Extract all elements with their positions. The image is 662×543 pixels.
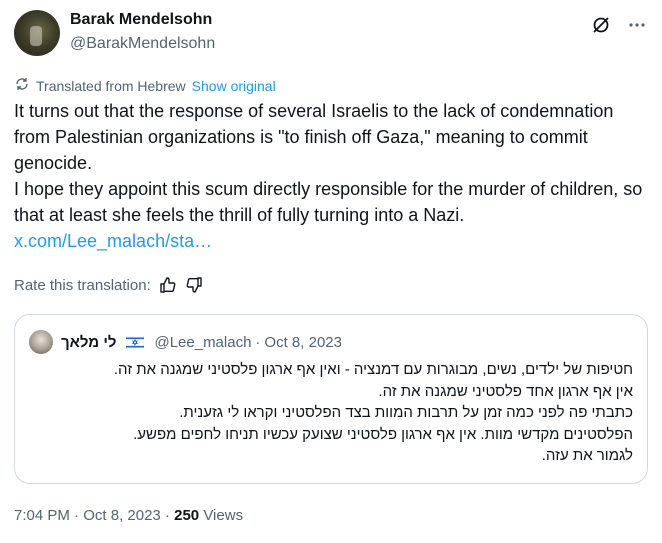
quoted-author-avatar bbox=[29, 330, 53, 354]
quoted-separator: · bbox=[255, 333, 261, 351]
rate-translation-label: Rate this translation: bbox=[14, 276, 151, 294]
thumbs-down-icon[interactable] bbox=[185, 276, 203, 294]
author-avatar[interactable] bbox=[14, 10, 60, 56]
views-count: 250 bbox=[174, 507, 200, 524]
quoted-line: הפלסטינים מקדשי מוות. אין אף ארגון פלסטי… bbox=[133, 425, 633, 443]
quoted-tweet-header: לי מלאך @Lee_malach · Oct 8, 2023 bbox=[29, 329, 342, 355]
translated-from-label: Translated from Hebrew bbox=[36, 77, 186, 94]
author-handle[interactable]: @BarakMendelsohn bbox=[70, 35, 215, 53]
author-name[interactable]: Barak Mendelsohn bbox=[70, 11, 212, 29]
quoted-line: לגמור את עזה. bbox=[541, 447, 633, 464]
translate-icon bbox=[14, 76, 30, 95]
footer-separator: · bbox=[74, 507, 80, 524]
show-original-link[interactable]: Show original bbox=[192, 78, 276, 94]
more-icon[interactable] bbox=[626, 14, 648, 36]
quoted-line: אין אף ארגון אחד פלסטיני שמגנה את זה. bbox=[378, 382, 633, 400]
tweet-paragraph: It turns out that the response of severa… bbox=[14, 101, 614, 173]
footer-separator: · bbox=[164, 507, 170, 524]
tweet-body: It turns out that the response of severa… bbox=[14, 98, 644, 254]
quoted-tweet-body: חטיפות של ילדים, נשים, מבוגרות עם דמנציה… bbox=[33, 359, 633, 467]
views-label: Views bbox=[203, 507, 244, 524]
quoted-tweet[interactable]: לי מלאך @Lee_malach · Oct 8, 2023 חטיפות… bbox=[14, 314, 648, 484]
post-time[interactable]: 7:04 PM bbox=[14, 507, 70, 524]
tweet-footer: 7:04 PM · Oct 8, 2023 · 250 Views bbox=[14, 507, 243, 524]
grok-icon[interactable] bbox=[590, 14, 612, 36]
tweet-paragraph: I hope they appoint this scum directly r… bbox=[14, 179, 643, 225]
rate-translation: Rate this translation: bbox=[14, 276, 203, 294]
thumbs-up-icon[interactable] bbox=[159, 276, 177, 294]
tweet-link[interactable]: x.com/Lee_malach/sta… bbox=[14, 231, 212, 251]
tweet-header: Barak Mendelsohn @BarakMendelsohn bbox=[14, 10, 648, 56]
quoted-line: כתבתי פה לפני כמה זמן על תרבות המוות בצד… bbox=[179, 404, 633, 421]
israel-flag-icon bbox=[126, 335, 145, 349]
translation-notice: Translated from Hebrew Show original bbox=[14, 76, 276, 95]
quoted-date: Oct 8, 2023 bbox=[264, 333, 342, 351]
header-actions bbox=[590, 14, 648, 36]
post-date[interactable]: Oct 8, 2023 bbox=[83, 507, 161, 524]
quoted-author-name: לי מלאך bbox=[61, 333, 117, 351]
quoted-line: חטיפות של ילדים, נשים, מבוגרות עם דמנציה… bbox=[113, 361, 633, 378]
quoted-author-handle: @Lee_malach bbox=[154, 333, 252, 351]
